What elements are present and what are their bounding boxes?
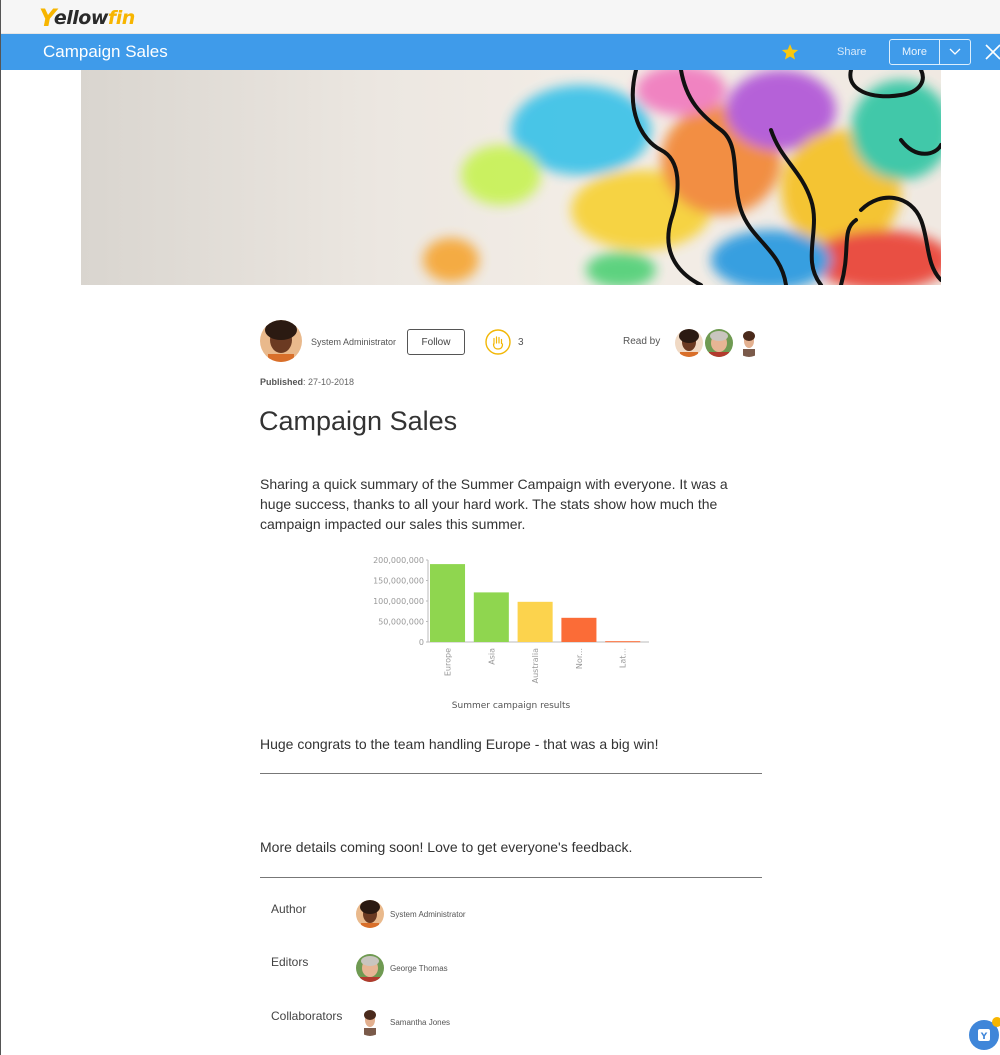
- post-paragraph: More details coming soon! Love to get ev…: [260, 839, 633, 855]
- logo-fin: fin: [107, 7, 135, 29]
- chart-bar[interactable]: [430, 564, 466, 642]
- y-tick-label: 0: [419, 638, 424, 647]
- author-label: Author: [271, 902, 307, 916]
- more-button-label[interactable]: More: [890, 40, 940, 64]
- divider: [260, 773, 762, 774]
- y-tick-label: 200,000,000: [373, 556, 424, 565]
- title-bar: Campaign Sales Share More: [1, 34, 1000, 70]
- more-button[interactable]: More: [889, 39, 971, 65]
- reader-avatar[interactable]: [675, 329, 703, 357]
- follow-button[interactable]: Follow: [407, 329, 465, 355]
- close-icon[interactable]: [983, 42, 1000, 62]
- collaborator-avatar[interactable]: [356, 1008, 384, 1036]
- editors-label: Editors: [271, 955, 309, 969]
- yellowfin-help-icon[interactable]: Y: [967, 1016, 1000, 1050]
- y-tick-label: 150,000,000: [373, 577, 424, 586]
- author-name[interactable]: System Administrator: [311, 337, 396, 347]
- star-icon[interactable]: [781, 43, 799, 61]
- published-date: Published: 27-10-2018: [260, 377, 354, 387]
- author-avatar[interactable]: [260, 320, 302, 362]
- window-title: Campaign Sales: [43, 42, 168, 61]
- x-tick-label: Lat...: [619, 648, 628, 668]
- editor-name[interactable]: George Thomas: [390, 964, 448, 973]
- published-value: : 27-10-2018: [303, 377, 355, 387]
- more-dropdown[interactable]: [940, 40, 970, 64]
- reader-avatar[interactable]: [705, 329, 733, 357]
- credit-author-name[interactable]: System Administrator: [390, 910, 466, 919]
- collaborators-label: Collaborators: [271, 1009, 343, 1023]
- published-label: Published: [260, 377, 304, 387]
- logo-strip: Yellow fin: [1, 0, 1000, 34]
- share-link[interactable]: Share: [837, 46, 866, 58]
- x-tick-label: Asia: [487, 648, 496, 665]
- chart-bar[interactable]: [517, 601, 553, 642]
- y-tick-label: 50,000,000: [378, 618, 424, 627]
- clap-icon[interactable]: [485, 329, 511, 355]
- x-tick-label: Europe: [444, 648, 453, 676]
- post-paragraph: Sharing a quick summary of the Summer Ca…: [260, 476, 728, 532]
- credit-author-avatar[interactable]: [356, 900, 384, 928]
- logo-text: ellow: [53, 7, 109, 29]
- x-tick-label: Australia: [531, 648, 540, 683]
- chart-bar[interactable]: [473, 592, 509, 642]
- post-title: Campaign Sales: [259, 406, 458, 436]
- bar-chart[interactable]: 0 50,000,000 100,000,000 150,000,000 200,000…: [371, 550, 661, 715]
- reader-avatar[interactable]: [735, 329, 763, 357]
- editor-avatar[interactable]: [356, 954, 384, 982]
- post-paragraph: Huge congrats to the team handling Europ…: [260, 736, 659, 752]
- collaborator-name[interactable]: Samantha Jones: [390, 1018, 450, 1027]
- yellowfin-logo[interactable]: Yellow fin: [39, 6, 135, 30]
- chart-title: Summer campaign results: [452, 701, 571, 711]
- read-by-label: Read by: [623, 336, 661, 347]
- app-frame: Yellow fin Campaign Sales Share More Sys…: [0, 0, 1000, 1055]
- chart-bar[interactable]: [561, 617, 597, 642]
- cover-image: [81, 70, 941, 285]
- clap-count: 3: [518, 337, 524, 348]
- x-tick-label: Nor...: [575, 648, 584, 669]
- chevron-down-icon: [949, 48, 961, 55]
- svg-text:Y: Y: [980, 1032, 988, 1042]
- chart-bar[interactable]: [605, 641, 641, 643]
- y-tick-label: 100,000,000: [373, 597, 424, 606]
- divider: [260, 877, 762, 878]
